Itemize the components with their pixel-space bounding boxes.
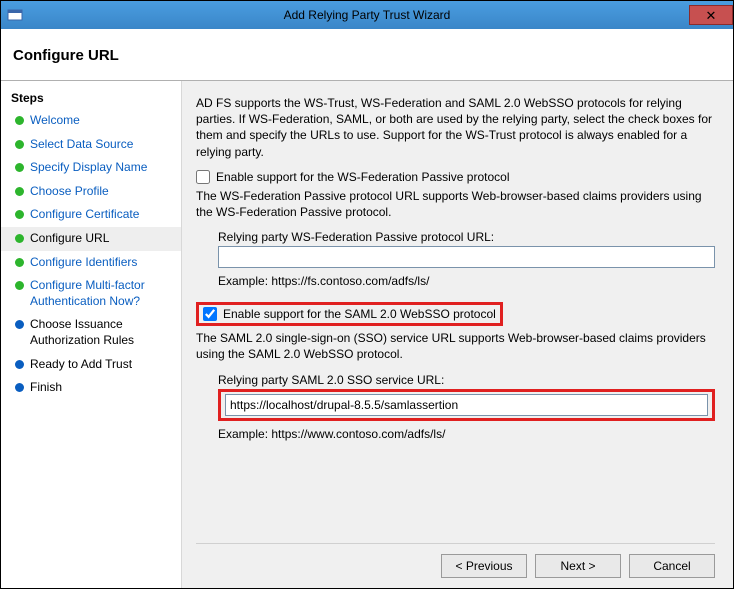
step-welcome[interactable]: Welcome [1,109,181,133]
saml-url-input[interactable] [225,394,708,416]
step-configure-mfa[interactable]: Configure Multi-factor Authentication No… [1,274,181,313]
close-button[interactable]: ✕ [689,5,733,25]
step-ready-to-add[interactable]: Ready to Add Trust [1,353,181,377]
step-link[interactable]: Welcome [30,113,80,129]
step-bullet-icon [15,360,24,369]
page-header: Configure URL [1,29,733,74]
cancel-button[interactable]: Cancel [629,554,715,578]
app-icon [7,7,23,23]
step-link[interactable]: Choose Profile [30,184,109,200]
step-specify-display-name[interactable]: Specify Display Name [1,156,181,180]
intro-text: AD FS supports the WS-Trust, WS-Federati… [196,95,715,160]
saml-checkbox-highlight: Enable support for the SAML 2.0 WebSSO p… [196,302,503,326]
page-title: Configure URL [13,47,721,64]
step-bullet-icon [15,281,24,290]
step-link[interactable]: Configure Identifiers [30,255,137,271]
step-configure-url[interactable]: Configure URL [1,227,181,251]
saml-checkbox-label: Enable support for the SAML 2.0 WebSSO p… [223,307,496,321]
step-configure-certificate[interactable]: Configure Certificate [1,203,181,227]
step-bullet-icon [15,383,24,392]
wizard-window: Add Relying Party Trust Wizard ✕ Configu… [0,0,734,589]
step-link[interactable]: Configure Certificate [30,207,139,223]
step-link[interactable]: Configure Multi-factor Authentication No… [30,278,171,309]
saml-desc: The SAML 2.0 single-sign-on (SSO) servic… [196,330,715,362]
next-button[interactable]: Next > [535,554,621,578]
step-link[interactable]: Specify Display Name [30,160,147,176]
step-bullet-icon [15,234,24,243]
steps-title: Steps [1,87,181,109]
window-title: Add Relying Party Trust Wizard [1,8,733,22]
wsfed-example: Example: https://fs.contoso.com/adfs/ls/ [218,274,715,288]
saml-url-label: Relying party SAML 2.0 SSO service URL: [218,373,715,387]
saml-url-highlight [218,389,715,421]
step-bullet-icon [15,258,24,267]
step-label: Choose Issuance Authorization Rules [30,317,171,348]
body: Steps Welcome Select Data Source Specify… [1,81,733,588]
step-choose-profile[interactable]: Choose Profile [1,180,181,204]
saml-example: Example: https://www.contoso.com/adfs/ls… [218,427,715,441]
wsfed-desc: The WS-Federation Passive protocol URL s… [196,188,715,220]
wsfed-enable-checkbox[interactable] [196,170,210,184]
step-label: Configure URL [30,231,109,247]
steps-sidebar: Steps Welcome Select Data Source Specify… [1,81,181,588]
content-panel: AD FS supports the WS-Trust, WS-Federati… [181,81,733,588]
step-bullet-icon [15,140,24,149]
close-icon: ✕ [706,9,717,22]
previous-button[interactable]: < Previous [441,554,527,578]
step-configure-identifiers[interactable]: Configure Identifiers [1,251,181,275]
step-bullet-icon [15,116,24,125]
step-bullet-icon [15,163,24,172]
step-link[interactable]: Select Data Source [30,137,133,153]
wsfed-url-input[interactable] [218,246,715,268]
step-choose-issuance-rules[interactable]: Choose Issuance Authorization Rules [1,313,181,352]
titlebar: Add Relying Party Trust Wizard ✕ [1,1,733,29]
saml-enable-checkbox[interactable] [203,307,217,321]
wsfed-checkbox-label: Enable support for the WS-Federation Pas… [216,170,509,184]
wsfed-checkbox-row: Enable support for the WS-Federation Pas… [196,170,715,184]
step-bullet-icon [15,320,24,329]
wizard-footer: < Previous Next > Cancel [196,543,715,578]
step-bullet-icon [15,187,24,196]
step-label: Ready to Add Trust [30,357,132,373]
step-bullet-icon [15,210,24,219]
step-finish[interactable]: Finish [1,376,181,400]
wsfed-url-label: Relying party WS-Federation Passive prot… [218,230,715,244]
step-select-data-source[interactable]: Select Data Source [1,133,181,157]
step-label: Finish [30,380,62,396]
